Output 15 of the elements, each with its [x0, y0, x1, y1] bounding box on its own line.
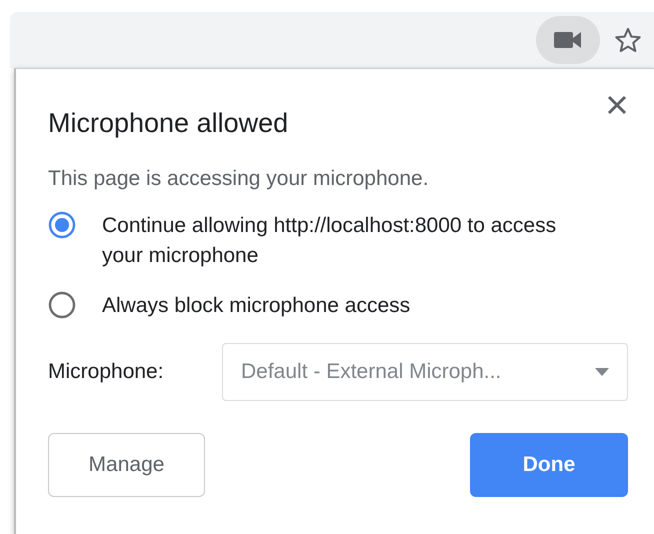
microphone-dropdown[interactable]: Default - External Microph...: [222, 343, 628, 401]
star-icon[interactable]: [614, 26, 642, 54]
close-icon[interactable]: [606, 94, 628, 116]
option-label[interactable]: Always block microphone access: [102, 291, 592, 321]
dialog-message: This page is accessing your microphone.: [48, 167, 430, 191]
dialog-title: Microphone allowed: [48, 108, 288, 139]
radio-button[interactable]: [48, 291, 76, 319]
camera-button[interactable]: [536, 16, 600, 64]
radio-button[interactable]: [48, 211, 76, 239]
video-camera-icon: [554, 30, 582, 50]
option-label[interactable]: Continue allowing http://localhost:8000 to access your microphone: [102, 211, 592, 271]
microphone-label: Microphone:: [48, 360, 165, 384]
caret-icon: [595, 368, 609, 376]
manage-button[interactable]: Manage: [48, 433, 205, 497]
done-button[interactable]: Done: [470, 433, 628, 497]
